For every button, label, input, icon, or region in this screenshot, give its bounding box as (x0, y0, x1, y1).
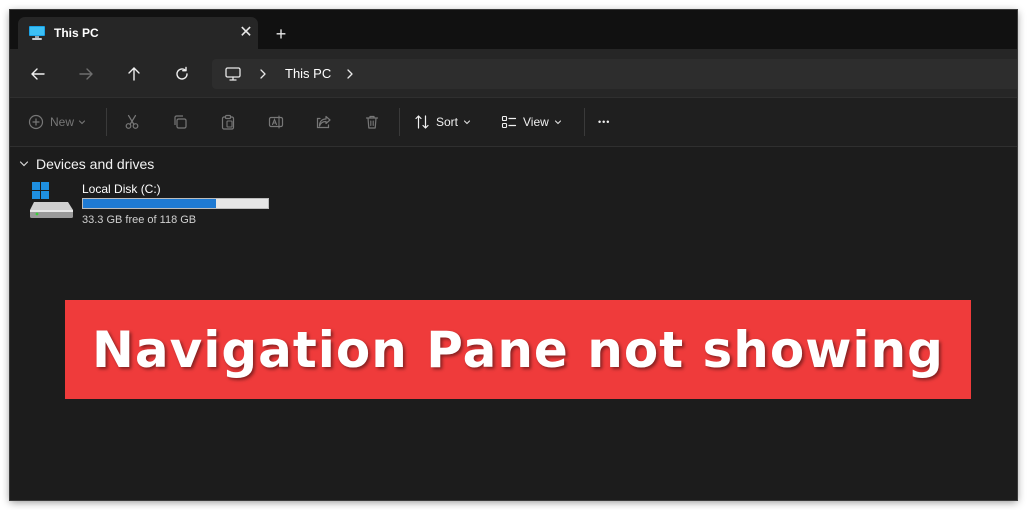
delete-button[interactable] (364, 98, 380, 146)
copy-icon (174, 115, 187, 129)
share-button[interactable] (316, 98, 332, 146)
toolbar-divider (584, 108, 585, 136)
share-icon (316, 115, 331, 129)
tab-this-pc[interactable]: This PC ✕ (18, 17, 258, 49)
arrow-right-icon (79, 68, 93, 80)
command-bar: New Sort View ••• (10, 97, 1017, 147)
rename-button[interactable] (268, 98, 284, 146)
chevron-down-icon (78, 120, 86, 125)
close-tab-button[interactable]: ✕ (236, 23, 256, 43)
more-icon: ••• (598, 117, 611, 127)
drive-item-local-disk[interactable]: Local Disk (C:) 33.3 GB free of 118 GB (30, 182, 290, 230)
delete-icon (365, 115, 379, 129)
drive-name: Local Disk (C:) (82, 182, 161, 196)
chevron-down-icon (554, 120, 561, 125)
banner-text: Navigation Pane not showing (92, 320, 944, 379)
arrow-up-icon (128, 67, 140, 81)
toolbar-divider (106, 108, 107, 136)
more-options-button[interactable]: ••• (598, 98, 610, 146)
forward-button[interactable] (75, 63, 97, 85)
title-banner: Navigation Pane not showing (65, 300, 971, 399)
cut-icon (125, 114, 139, 129)
sort-button[interactable]: Sort (414, 98, 472, 146)
view-icon (501, 115, 517, 129)
rename-icon (268, 115, 284, 129)
drive-usage-fill (83, 199, 216, 208)
toolbar-divider (399, 108, 400, 136)
sort-icon (415, 115, 429, 129)
hard-drive-icon (30, 182, 76, 220)
refresh-icon (176, 66, 188, 80)
back-button[interactable] (27, 63, 49, 85)
breadcrumb-chevron-icon[interactable] (345, 66, 355, 87)
copy-button[interactable] (172, 98, 188, 146)
arrow-left-icon (31, 68, 45, 80)
up-button[interactable] (123, 63, 145, 85)
new-tab-button[interactable]: + (270, 23, 292, 45)
tab-strip: This PC ✕ + (10, 10, 1017, 49)
view-button[interactable]: View (501, 98, 563, 146)
chevron-down-icon (19, 161, 29, 167)
monitor-icon (28, 25, 46, 41)
group-title: Devices and drives (36, 156, 155, 172)
devices-group-header[interactable]: Devices and drives (18, 155, 154, 173)
drive-free-space: 33.3 GB free of 118 GB (82, 214, 197, 226)
navigation-bar: This PC (10, 49, 1017, 97)
plus-circle-icon (28, 114, 44, 130)
tab-title: This PC (54, 26, 99, 40)
breadcrumb-location[interactable]: This PC (285, 66, 331, 81)
drive-usage-bar (82, 198, 269, 209)
paste-icon (221, 114, 235, 130)
sort-button-label: Sort (436, 115, 459, 129)
file-explorer-window: This PC ✕ + This PC New Sort View ••• De… (10, 10, 1017, 500)
cut-button[interactable] (124, 98, 140, 146)
paste-button[interactable] (220, 98, 236, 146)
refresh-button[interactable] (171, 63, 193, 85)
new-button[interactable]: New (28, 98, 87, 146)
chevron-down-icon (463, 120, 471, 125)
monitor-icon (224, 66, 242, 87)
new-button-label: New (50, 115, 75, 129)
breadcrumb-chevron-icon[interactable] (258, 66, 268, 87)
view-button-label: View (523, 115, 549, 129)
address-bar[interactable]: This PC (212, 59, 1017, 89)
